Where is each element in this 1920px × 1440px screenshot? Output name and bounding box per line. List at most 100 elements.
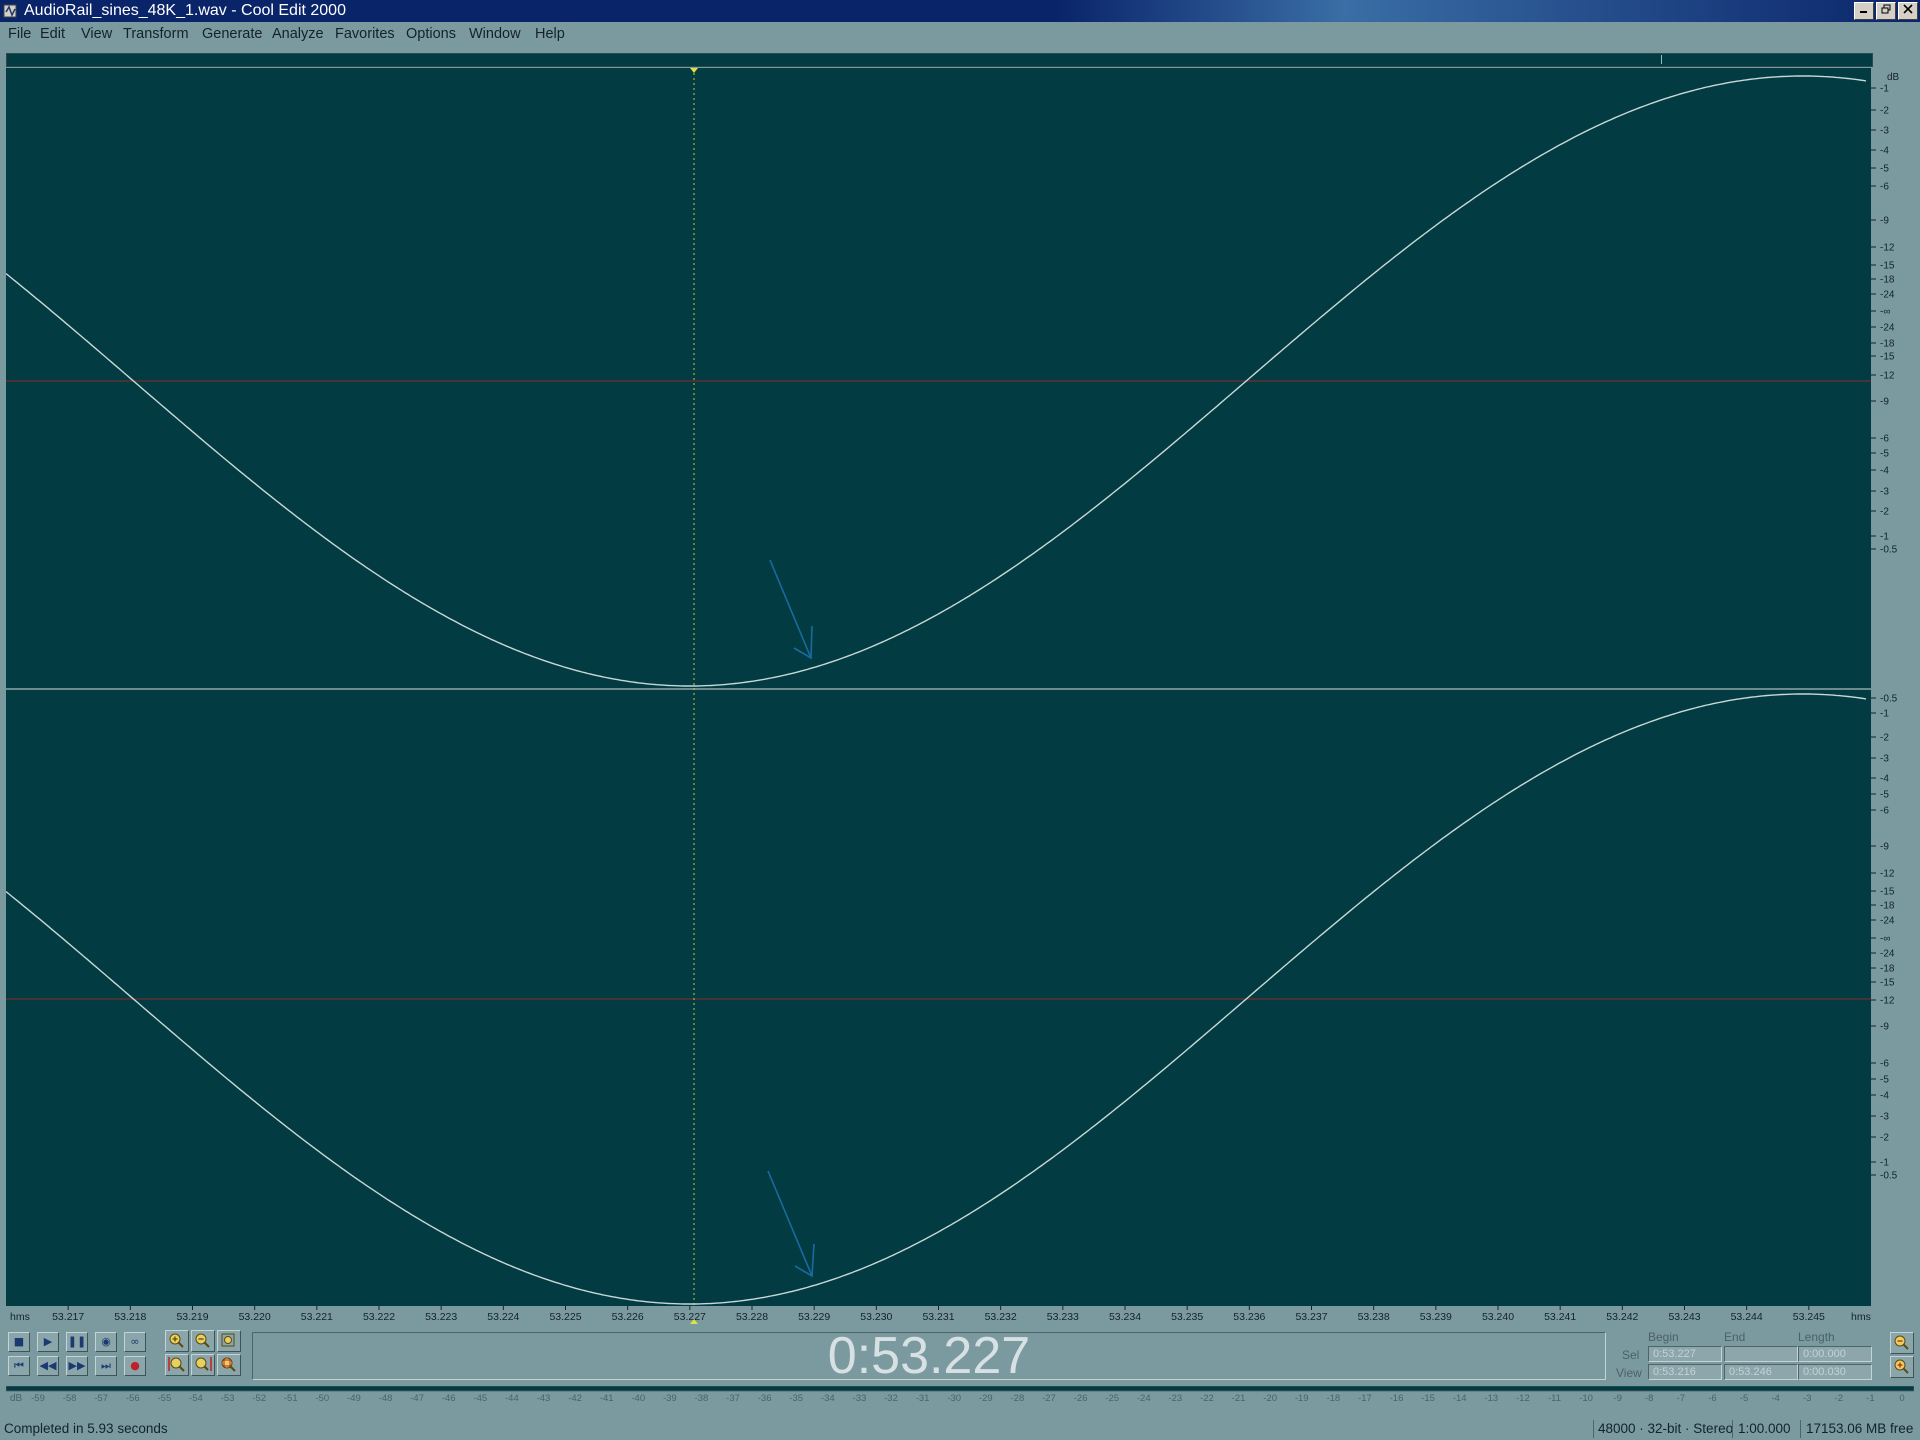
meter-tick-label: -41 xyxy=(600,1393,614,1402)
meter-tick-label: -54 xyxy=(189,1393,203,1402)
play-looped-icon: ◉ xyxy=(101,1335,111,1348)
ruler-tick-label: 53.228 xyxy=(736,1311,768,1323)
stop-icon: ■ xyxy=(13,1335,25,1348)
db-tick-label: -2 xyxy=(1880,507,1889,518)
menu-help[interactable]: Help xyxy=(535,26,565,42)
meter-tick-label: -40 xyxy=(631,1393,645,1402)
play-button[interactable]: ▶ xyxy=(37,1332,59,1352)
ruler-tick-label: 53.226 xyxy=(612,1311,644,1323)
play-looped-button[interactable]: ◉ xyxy=(95,1332,117,1352)
pause-button[interactable]: ❚❚ xyxy=(66,1332,88,1352)
meter-tick-label: -47 xyxy=(410,1393,424,1402)
zoom-in-vertical-icon xyxy=(1894,1359,1909,1374)
db-tick-label: -3 xyxy=(1880,126,1889,137)
record-button[interactable]: ● xyxy=(124,1356,146,1376)
minimize-button[interactable] xyxy=(1854,2,1874,20)
zoom-to-right-button[interactable] xyxy=(191,1354,215,1376)
db-scale: dB -1 -2 -3 -4 -5 -6 -9 -12 -15 -18 -24 -∞ -24 -18 -15… xyxy=(1871,68,1920,1313)
menu-favorites[interactable]: Favorites xyxy=(335,26,395,42)
meter-tick-label: -36 xyxy=(758,1393,772,1402)
meter-tick-label: -22 xyxy=(1200,1393,1214,1402)
meter-tick-label: -45 xyxy=(473,1393,487,1402)
stop-button[interactable]: ■ xyxy=(8,1332,30,1352)
waveform-display[interactable] xyxy=(5,68,1871,1311)
meter-tick-label: -29 xyxy=(979,1393,993,1402)
meter-tick-label: -58 xyxy=(63,1393,77,1402)
view-length-field[interactable]: 0:00.030 xyxy=(1798,1364,1872,1380)
status-format: 48000 · 32-bit · Stereo xyxy=(1598,1421,1734,1436)
menu-edit[interactable]: Edit xyxy=(40,26,65,42)
ruler-tick-label: 53.222 xyxy=(363,1311,395,1323)
sel-end-field[interactable] xyxy=(1724,1346,1798,1362)
view-end-field[interactable]: 0:53.246 xyxy=(1724,1364,1798,1380)
meter-tick-label: -21 xyxy=(1232,1393,1246,1402)
close-button[interactable] xyxy=(1898,2,1918,20)
meter-tick-label: -37 xyxy=(726,1393,740,1402)
meter-tick-label: -9 xyxy=(1613,1393,1621,1402)
zoom-selection-button[interactable] xyxy=(217,1354,241,1376)
meter-tick-label: -32 xyxy=(884,1393,898,1402)
menu-options[interactable]: Options xyxy=(406,26,456,42)
restore-icon xyxy=(1881,4,1891,14)
go-to-end-button[interactable]: ⏭ xyxy=(95,1356,117,1376)
loop-button[interactable]: ∞ xyxy=(124,1332,146,1352)
ruler-tick-label: 53.232 xyxy=(985,1311,1017,1323)
fast-forward-button[interactable]: ▶▶ xyxy=(66,1356,88,1376)
selection-view-panel: Begin End Length Sel View 0:53.227 0:00.… xyxy=(1610,1330,1872,1382)
go-to-beginning-button[interactable]: ⏮ xyxy=(8,1356,30,1376)
db-tick-label: -5 xyxy=(1880,449,1889,460)
sel-length-field[interactable]: 0:00.000 xyxy=(1798,1346,1872,1362)
db-tick-label: -18 xyxy=(1880,339,1895,350)
meter-tick-label: -55 xyxy=(158,1393,172,1402)
db-tick-label: -6 xyxy=(1880,1059,1889,1070)
db-tick-label: -9 xyxy=(1880,216,1889,227)
db-tick-label: -6 xyxy=(1880,182,1889,193)
zoom-out-horizontal-button[interactable] xyxy=(191,1330,215,1352)
ruler-tick-label: 53.221 xyxy=(301,1311,333,1323)
sel-begin-field[interactable]: 0:53.227 xyxy=(1648,1346,1722,1362)
db-tick-label: -9 xyxy=(1880,1022,1889,1033)
time-ruler[interactable]: hms hms 53.217 53.218 53.219 53.220 53.221 53… xyxy=(6,1306,1872,1324)
ruler-tick-label: 53.245 xyxy=(1793,1311,1825,1323)
db-tick-label: -4 xyxy=(1880,1091,1889,1102)
menu-analyze[interactable]: Analyze xyxy=(272,26,324,42)
loop-icon: ∞ xyxy=(130,1335,140,1348)
ruler-tick-label: 53.236 xyxy=(1233,1311,1265,1323)
go-to-beginning-icon: ⏮ xyxy=(14,1359,24,1372)
db-tick-label: -18 xyxy=(1880,964,1895,975)
db-tick-label: -3 xyxy=(1880,754,1889,765)
ruler-tick-label: 53.223 xyxy=(425,1311,457,1323)
meter-tick-label: -14 xyxy=(1453,1393,1467,1402)
zoom-to-left-button[interactable] xyxy=(165,1354,189,1376)
view-begin-field[interactable]: 0:53.216 xyxy=(1648,1364,1722,1380)
meter-tick-label: -57 xyxy=(94,1393,108,1402)
ruler-tick-label: 53.243 xyxy=(1668,1311,1700,1323)
db-tick-label: -9 xyxy=(1880,842,1889,853)
meter-tick-label: -5 xyxy=(1740,1393,1748,1402)
db-tick-label: -9 xyxy=(1880,397,1889,408)
menu-generate[interactable]: Generate xyxy=(202,26,262,42)
waveform-canvas[interactable] xyxy=(5,68,1871,1306)
zoom-in-horizontal-button[interactable] xyxy=(165,1330,189,1352)
db-tick-label: -12 xyxy=(1880,869,1895,880)
menu-transform[interactable]: Transform xyxy=(123,26,189,42)
ruler-tick-label: 53.217 xyxy=(52,1311,84,1323)
db-tick-label: -∞ xyxy=(1880,307,1890,318)
status-message: Completed in 5.93 seconds xyxy=(4,1421,168,1436)
db-tick-label: -24 xyxy=(1880,916,1895,927)
menu-window[interactable]: Window xyxy=(469,26,521,42)
menu-bar: File Edit View Transform Generate Analyz… xyxy=(0,22,1920,48)
menu-file[interactable]: File xyxy=(8,26,31,42)
menu-view[interactable]: View xyxy=(81,26,112,42)
db-tick-label: -2 xyxy=(1880,1133,1889,1144)
record-icon: ● xyxy=(130,1359,140,1372)
zoom-full-button[interactable] xyxy=(217,1330,241,1352)
restore-button[interactable] xyxy=(1876,2,1896,20)
ruler-tick-label: 53.234 xyxy=(1109,1311,1141,1323)
zoom-out-vertical-button[interactable] xyxy=(1890,1332,1914,1354)
zoom-in-vertical-button[interactable] xyxy=(1890,1356,1914,1378)
rewind-button[interactable]: ◀◀ xyxy=(37,1356,59,1376)
overview-bar[interactable] xyxy=(6,53,1873,67)
db-tick-label: -3 xyxy=(1880,1112,1889,1123)
meter-tick-label: -51 xyxy=(284,1393,298,1402)
